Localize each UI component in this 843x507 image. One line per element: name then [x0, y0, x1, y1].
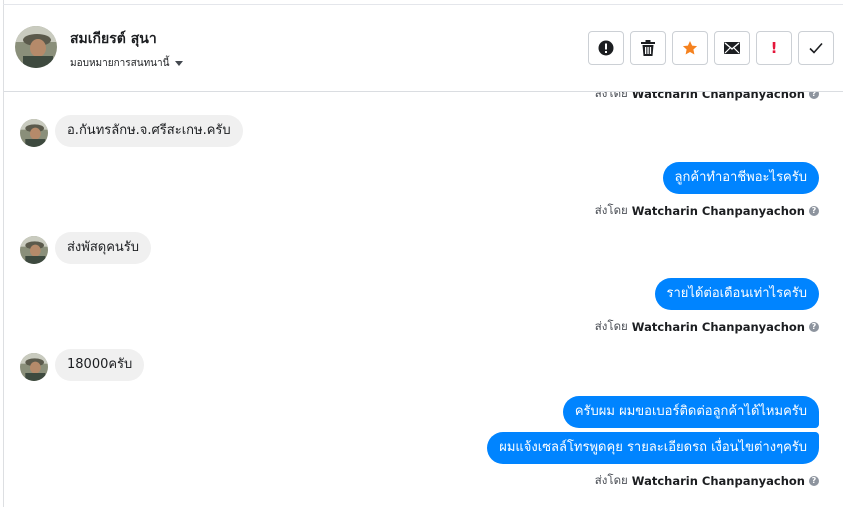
sent-by-label: ส่งโดย Watcharin Chanpanyachon ? [595, 202, 819, 220]
contact-avatar-small[interactable] [20, 236, 48, 264]
sent-by-agent: Watcharin Chanpanyachon [631, 320, 805, 334]
contact-avatar-small[interactable] [20, 353, 48, 381]
important-button[interactable]: ! [756, 31, 792, 65]
help-icon[interactable]: ? [809, 476, 819, 486]
contact-avatar[interactable] [15, 26, 57, 68]
done-button[interactable] [798, 31, 834, 65]
delete-button[interactable] [630, 31, 666, 65]
contact-name: สมเกียรต์ สุนา [70, 31, 157, 47]
mail-icon [724, 42, 740, 54]
header-actions: ! [588, 31, 834, 65]
sent-by-label: ส่งโดย Watcharin Chanpanyachon ? [595, 318, 819, 336]
outgoing-message[interactable]: ครับผม ผมขอเบอร์ติดต่อลูกค้าได้ไหมครับ [562, 396, 819, 428]
assign-conversation-dropdown[interactable]: มอบหมายการสนทนานี้ [70, 56, 184, 71]
assign-label: มอบหมายการสนทนานี้ [70, 58, 170, 69]
message-thread[interactable]: ส่งโดย Watcharin Chanpanyachon ? อ.กันทร… [4, 92, 843, 507]
sent-by-agent: Watcharin Chanpanyachon [631, 92, 805, 101]
star-button[interactable] [672, 31, 708, 65]
conversation-panel: สมเกียรต์ สุนา มอบหมายการสนทนานี้ ! ส่งโ… [0, 0, 843, 507]
sent-by-prefix: ส่งโดย [594, 473, 628, 487]
incoming-message[interactable]: ส่งพัสดุคนรับ [55, 232, 152, 264]
incoming-message[interactable]: อ.กันทรลักษ.จ.ศรีสะเกษ.ครับ [55, 115, 243, 147]
sent-by-prefix: ส่งโดย [594, 203, 628, 217]
sent-by-prefix: ส่งโดย [594, 319, 628, 333]
alert-button[interactable] [588, 31, 624, 65]
contact-avatar-small[interactable] [20, 119, 48, 147]
alert-circle-icon [598, 40, 614, 56]
outgoing-message[interactable]: ลูกค้าทำอาชีพอะไรครับ [662, 162, 819, 194]
sent-by-agent: Watcharin Chanpanyachon [631, 204, 805, 218]
sent-by-prefix: ส่งโดย [594, 92, 628, 100]
caret-down-icon [175, 61, 184, 66]
conversation-header: สมเกียรต์ สุนา มอบหมายการสนทนานี้ ! [4, 5, 843, 92]
sent-by-label: ส่งโดย Watcharin Chanpanyachon ? [595, 472, 819, 490]
sent-by-agent: Watcharin Chanpanyachon [631, 474, 805, 488]
check-icon [809, 42, 823, 54]
mail-button[interactable] [714, 31, 750, 65]
outgoing-message[interactable]: ผมแจ้งเซลล์โทรพูดคุย รายละเอียดรถ เงื่อน… [487, 432, 819, 464]
exclamation-icon: ! [770, 38, 778, 57]
incoming-message[interactable]: 18000ครับ [55, 349, 145, 381]
star-icon [682, 40, 698, 56]
help-icon[interactable]: ? [809, 92, 819, 99]
trash-icon [641, 40, 655, 56]
help-icon[interactable]: ? [809, 206, 819, 216]
sent-by-label: ส่งโดย Watcharin Chanpanyachon ? [595, 92, 819, 103]
outgoing-message[interactable]: รายได้ต่อเดือนเท่าไรครับ [654, 278, 819, 310]
help-icon[interactable]: ? [809, 322, 819, 332]
